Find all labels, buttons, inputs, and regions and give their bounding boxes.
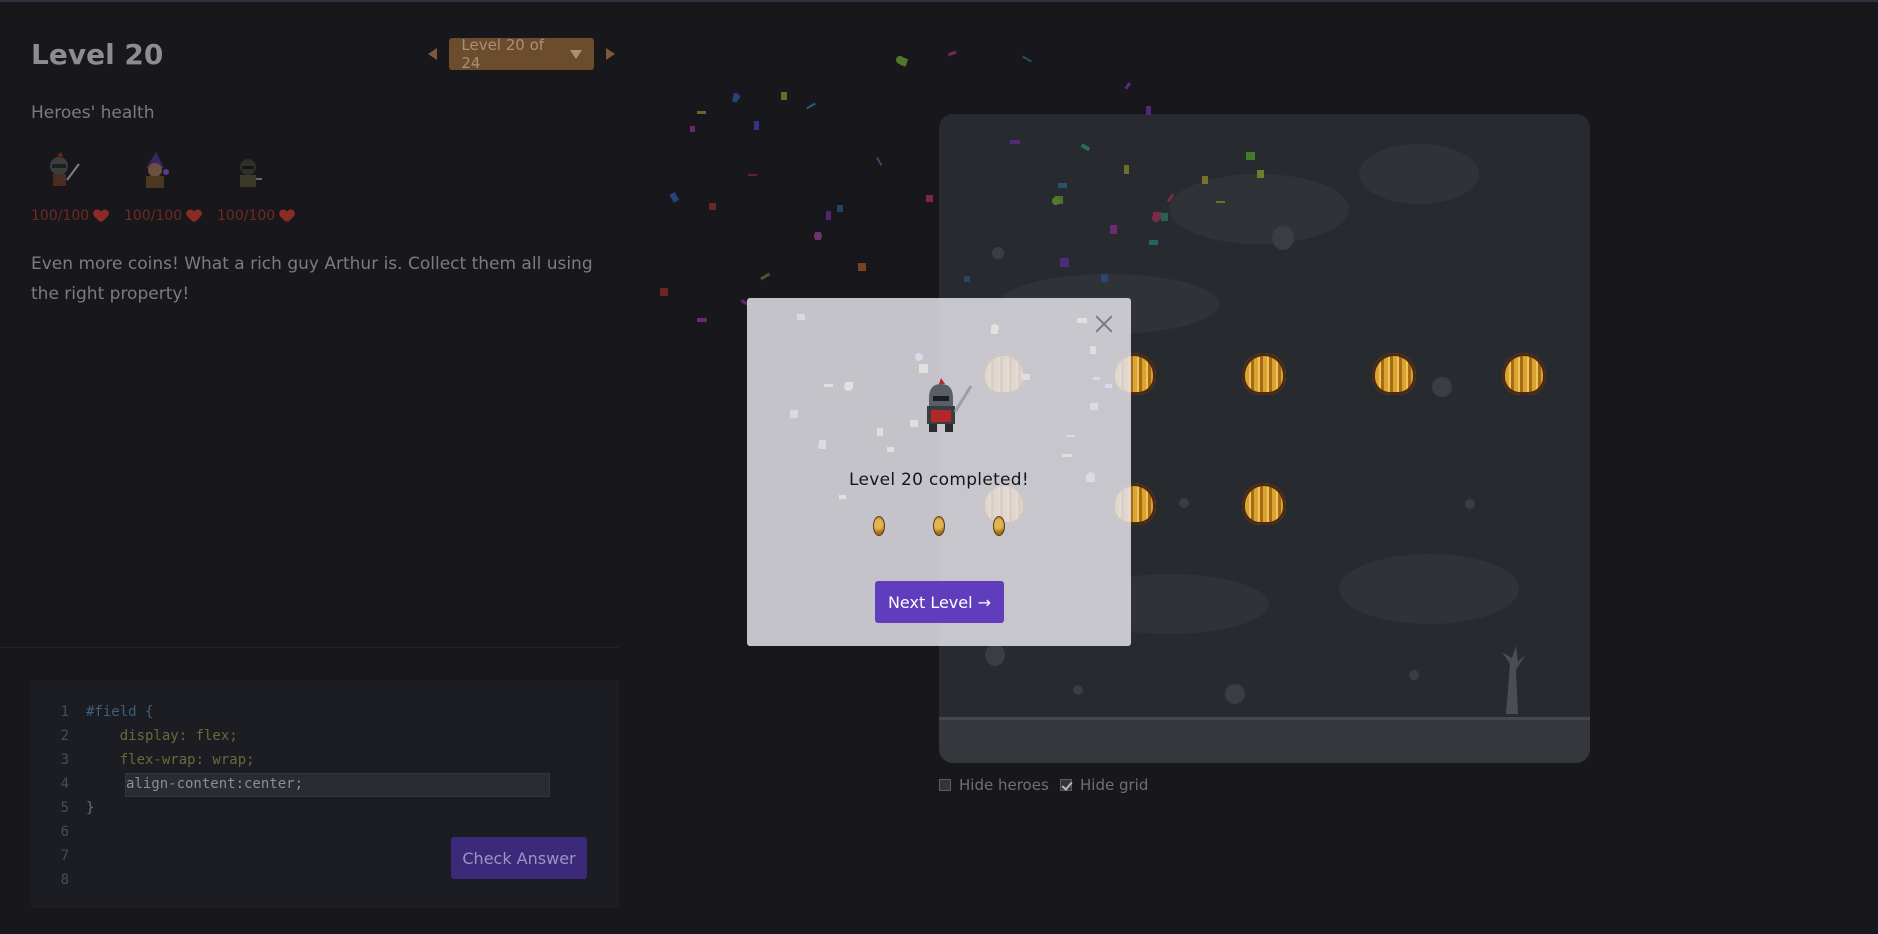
line-number: 3 xyxy=(60,752,69,768)
coin xyxy=(1502,353,1546,395)
code-text: flex-wrap: wrap; xyxy=(86,752,255,768)
hero-health-value: 100/100 xyxy=(31,208,90,224)
hide-heroes-label: Hide heroes xyxy=(959,776,1049,794)
rock xyxy=(1225,684,1245,704)
code-line: 4 align-content:center; xyxy=(31,773,619,797)
coin xyxy=(1242,353,1286,395)
ground-shadow xyxy=(1339,554,1519,624)
rock xyxy=(1272,226,1294,250)
arrow-left-icon xyxy=(428,48,438,60)
level-select-dropdown[interactable]: Level 20 of 24 xyxy=(449,36,594,72)
heart-icon xyxy=(94,210,104,223)
ground-shadow xyxy=(1169,174,1349,244)
coin-icon xyxy=(933,516,945,536)
heart-icon xyxy=(280,210,290,223)
hero-health-value: 100/100 xyxy=(124,208,183,224)
level-description: Even more coins! What a rich guy Arthur … xyxy=(31,254,593,304)
arrow-right-icon xyxy=(605,48,615,60)
health-heading: Heroes' health xyxy=(31,103,155,123)
line-number: 8 xyxy=(60,872,69,888)
heroes-health-list: 100/100 100/100 100/100 xyxy=(31,150,290,224)
line-number: 7 xyxy=(60,848,69,864)
coin-icon xyxy=(993,516,1005,536)
code-line: 1 #field { xyxy=(31,701,619,725)
rock xyxy=(1179,498,1189,508)
rock xyxy=(1465,499,1475,509)
hero-health: 100/100 xyxy=(124,208,197,224)
hide-heroes-toggle[interactable]: Hide heroes xyxy=(939,776,1049,794)
level-select-label: Level 20 of 24 xyxy=(461,36,545,72)
coin xyxy=(1242,483,1286,525)
earned-coins xyxy=(873,516,1005,536)
hero-health: 100/100 xyxy=(217,208,290,224)
coin-icon xyxy=(873,516,885,536)
line-number: 5 xyxy=(60,800,69,816)
hide-grid-checkbox[interactable] xyxy=(1060,779,1072,791)
dialog-title: Level 20 completed! xyxy=(848,470,1030,490)
hide-grid-toggle[interactable]: Hide grid xyxy=(1060,776,1148,794)
level-complete-dialog: Level 20 completed! Next Level → xyxy=(747,298,1131,646)
page-title: Level 20 xyxy=(31,38,164,71)
rock xyxy=(1432,377,1452,397)
check-answer-button[interactable]: Check Answer xyxy=(451,837,587,879)
level-navigation: Level 20 of 24 xyxy=(424,36,619,72)
coin xyxy=(1372,353,1416,395)
hide-heroes-checkbox[interactable] xyxy=(939,779,951,791)
prev-level-button[interactable] xyxy=(424,38,441,70)
wizard-icon xyxy=(146,152,169,188)
rogue-icon xyxy=(240,159,262,187)
line-number: 6 xyxy=(60,824,69,840)
line-number: 4 xyxy=(60,776,69,792)
code-line: 5 } xyxy=(31,797,619,821)
close-icon[interactable] xyxy=(1093,313,1115,335)
ground-shadow xyxy=(1359,144,1479,204)
line-number: 2 xyxy=(60,728,69,744)
divider xyxy=(0,647,619,648)
hide-grid-label: Hide grid xyxy=(1080,776,1149,794)
knight-icon xyxy=(927,378,973,432)
instructions-panel: Level 20 Level 20 of 24 Heroes' health 1… xyxy=(0,0,619,934)
chevron-down-icon xyxy=(569,49,582,59)
dead-tree-icon xyxy=(1502,646,1526,714)
code-line: 2 display: flex; xyxy=(31,725,619,749)
rock xyxy=(992,247,1004,259)
hero-wizard: 100/100 xyxy=(124,150,197,224)
hero-health: 100/100 xyxy=(31,208,104,224)
line-number: 1 xyxy=(60,704,69,720)
code-text: display: flex; xyxy=(86,728,238,744)
next-level-button[interactable]: Next Level → xyxy=(875,581,1004,623)
knight-icon xyxy=(50,152,80,186)
hero-rogue: 100/100 xyxy=(217,150,290,224)
hero-knight: 100/100 xyxy=(31,150,104,224)
code-line: 3 flex-wrap: wrap; xyxy=(31,749,619,773)
code-text: } xyxy=(86,800,95,816)
hero-health-value: 100/100 xyxy=(217,208,276,224)
answer-input[interactable]: align-content:center; xyxy=(125,773,550,797)
next-level-arrow-button[interactable] xyxy=(602,38,619,70)
stone-wall xyxy=(939,717,1590,763)
heart-icon xyxy=(187,210,197,223)
rock xyxy=(985,644,1005,666)
code-text: #field { xyxy=(86,704,154,720)
rock xyxy=(1409,670,1419,680)
rock xyxy=(1073,685,1083,695)
